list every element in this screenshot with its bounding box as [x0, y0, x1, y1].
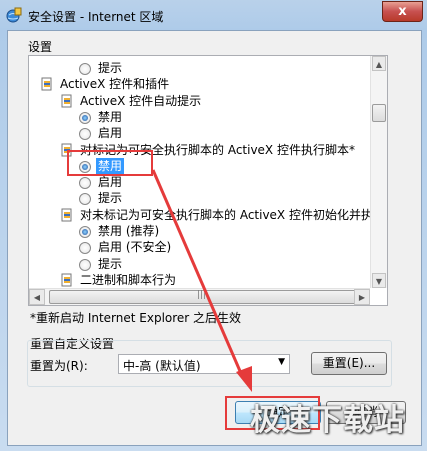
title-bar[interactable]: 安全设置 - Internet 区域 x — [0, 0, 427, 30]
scroll-left-icon[interactable]: ◀ — [29, 289, 45, 305]
restart-note: *重新启动 Internet Explorer 之后生效 — [30, 311, 242, 325]
reset-level-value: 中-高 (默认值) — [123, 359, 201, 373]
setting-text: 二进制和脚本行为 — [80, 272, 177, 287]
setting-text: 对未标记为可安全执行脚本的 ActiveX 控件初始化并执 — [80, 207, 373, 222]
vertical-scroll-thumb[interactable] — [372, 104, 386, 122]
reset-button[interactable]: 重置(E)... — [311, 352, 387, 375]
annotation-highlight-box — [67, 150, 153, 176]
horizontal-scrollbar[interactable]: ◀ ||| ▶ — [29, 288, 370, 305]
security-settings-window: 安全设置 - Internet 区域 x 设置 提示 ActiveX 控件和插件 A… — [0, 0, 427, 451]
thumb-grip-icon: ||| — [197, 290, 207, 300]
setting-text: ActiveX 控件自动提示 — [80, 93, 202, 108]
setting-text: 提示 — [98, 256, 123, 271]
settings-label: 设置 — [28, 40, 53, 54]
radio-checked-icon[interactable] — [79, 111, 91, 124]
radio-unchecked-icon[interactable] — [79, 258, 91, 271]
setting-text: 提示 — [98, 61, 123, 75]
radio-unchecked-icon[interactable] — [79, 63, 91, 75]
settings-tree[interactable]: 提示 ActiveX 控件和插件 ActiveX 控件自动提示 禁用 启用 对标记为可安全… — [28, 55, 388, 306]
radio-checked-icon[interactable] — [79, 226, 91, 238]
reset-to-label: 重置为(R): — [30, 359, 88, 373]
document-settings-icon — [41, 77, 52, 91]
setting-text: 提示 — [98, 191, 123, 206]
radio-unchecked-icon[interactable] — [79, 193, 91, 206]
setting-text: 启用 (不安全) — [98, 240, 172, 255]
window-title: 安全设置 - Internet 区域 — [28, 10, 164, 24]
internet-options-icon — [6, 7, 22, 23]
vertical-scrollbar[interactable]: ▲ ▼ — [370, 56, 387, 288]
document-settings-icon — [61, 273, 72, 287]
close-button[interactable]: x — [382, 1, 423, 22]
setting-text: 禁用 (推荐) — [98, 224, 160, 238]
setting-text: 启用 — [98, 126, 123, 141]
watermark-text: 极速下载站 — [250, 403, 405, 438]
chevron-down-icon: ▼ — [278, 357, 285, 367]
horizontal-scroll-thumb[interactable]: ||| — [49, 290, 359, 304]
setting-text: 禁用 — [98, 109, 123, 124]
scroll-right-icon[interactable]: ▶ — [354, 289, 370, 305]
scroll-up-icon[interactable]: ▲ — [372, 56, 386, 71]
radio-unchecked-icon[interactable] — [79, 128, 91, 141]
radio-unchecked-icon[interactable] — [79, 242, 91, 255]
scroll-down-icon[interactable]: ▼ — [372, 273, 386, 288]
radio-unchecked-icon[interactable] — [79, 177, 91, 190]
document-settings-icon — [61, 208, 72, 222]
setting-text: 启用 — [98, 175, 123, 190]
reset-level-select[interactable]: 中-高 (默认值) ▼ — [118, 354, 290, 374]
setting-text: ActiveX 控件和插件 — [60, 77, 170, 92]
document-settings-icon — [61, 94, 72, 108]
